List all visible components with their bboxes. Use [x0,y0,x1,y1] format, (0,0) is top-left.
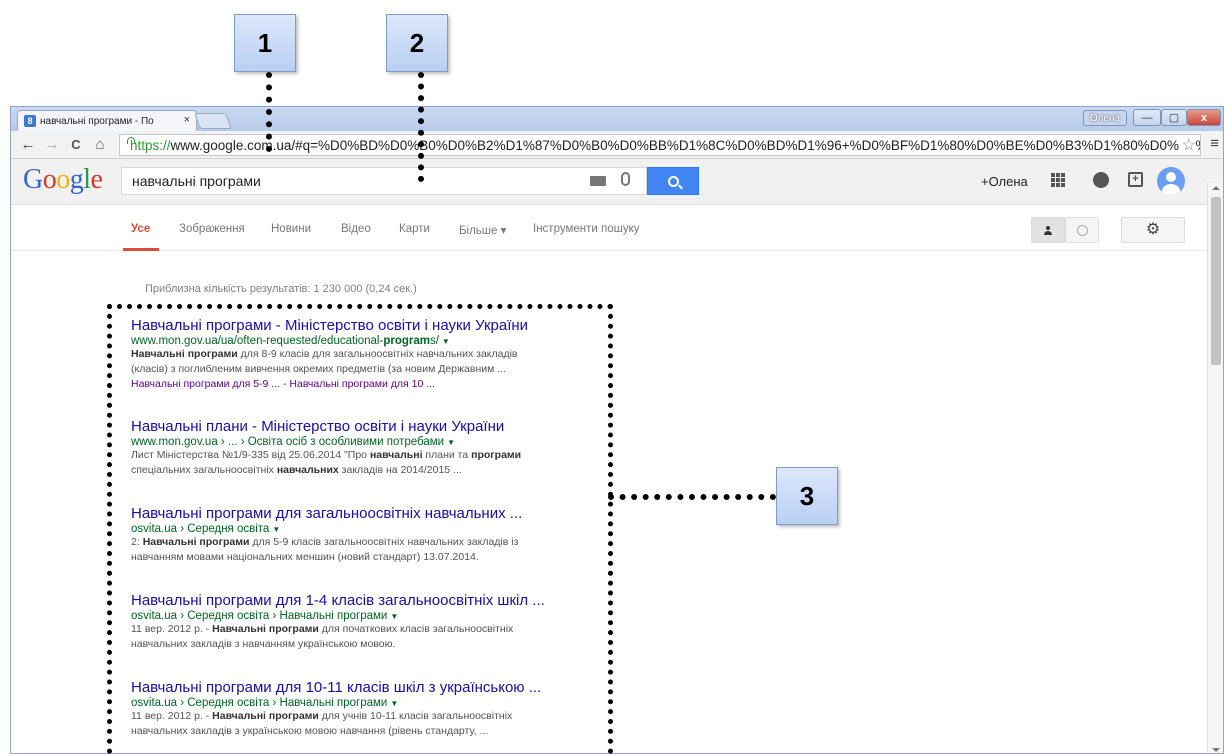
gear-icon: ⚙ [1145,221,1161,238]
screenshot: 1 2 3 8 навчальні програми - По × Олена … [0,0,1226,754]
browser-toolbar: ← → C ⌂ https:// www.google.com.ua/#q=%D… [11,131,1223,159]
search-input[interactable]: навчальні програми [121,167,647,195]
google-header: Google навчальні програми +Олена + [11,159,1223,205]
microphone-icon[interactable] [621,172,630,186]
global-results-button[interactable] [1065,217,1099,243]
vertical-scrollbar[interactable] [1207,183,1223,753]
search-query: навчальні програми [132,173,261,189]
callout-2-leader [418,72,424,182]
logo-letter: G [23,164,43,195]
callout-1-leader [266,72,272,152]
browser-tab[interactable]: 8 навчальні програми - По × [17,110,197,131]
google-favicon-icon: 8 [24,115,36,127]
menu-icon[interactable]: ≡ [1210,135,1219,152]
url-scheme: https:// [130,137,171,153]
keyboard-icon[interactable] [590,176,606,186]
tab-maps[interactable]: Карти [399,223,430,235]
logo-letter: o [56,164,70,195]
profile-chip[interactable]: Олена [1082,110,1127,126]
tab-news[interactable]: Новини [271,223,311,235]
person-icon [1044,225,1052,235]
close-window-button[interactable]: x [1187,109,1221,126]
callout-3-label: 3 [799,480,815,511]
tab-close-icon[interactable]: × [184,114,190,126]
reload-icon[interactable]: C [65,134,87,156]
minimize-button[interactable]: — [1133,109,1161,126]
callout-1: 1 [234,14,296,72]
tab-search-tools[interactable]: Інструменти пошуку [533,223,640,235]
title-bar: 8 навчальні програми - По × Олена — ▢ x [11,107,1223,131]
logo-letter: e [90,164,103,195]
logo-letter: g [69,164,84,195]
back-arrow-icon[interactable]: ← [17,134,39,156]
callout-3: 3 [776,467,838,525]
callout-3-leader [608,494,776,500]
personal-results-button[interactable] [1031,217,1065,243]
tab-video[interactable]: Відео [341,223,371,235]
globe-icon [1076,224,1088,236]
notifications-icon[interactable] [1093,172,1109,188]
callout-2: 2 [386,14,448,72]
new-tab-button[interactable] [194,113,232,129]
callout-2-label: 2 [409,27,425,58]
bookmark-star-icon[interactable]: ☆ [1179,135,1196,155]
result-stats: Приблизна кількість результатів: 1 230 0… [145,283,417,295]
forward-arrow-icon[interactable]: → [41,134,63,156]
callout-1-label: 1 [257,27,273,58]
url-text: www.google.com.ua/#q=%D0%BD%D0%B0%D0%B2%… [170,137,1201,153]
apps-grid-icon[interactable] [1051,173,1065,187]
search-tabs: Усе Зображення Новини Відео Карти Більше… [11,205,1223,251]
share-icon[interactable]: + [1128,172,1143,187]
scroll-up-icon[interactable] [1212,186,1220,190]
scroll-down-icon[interactable] [1212,748,1220,752]
maximize-button[interactable]: ▢ [1161,109,1187,126]
google-logo[interactable]: Google [23,164,103,196]
logo-letter: l [83,164,91,195]
plus-user-link[interactable]: +Олена [981,174,1028,189]
address-bar[interactable]: https:// www.google.com.ua/#q=%D0%BD%D0%… [119,134,1201,156]
tab-title: навчальні програми - По [40,115,154,127]
avatar[interactable] [1157,167,1185,195]
tab-more[interactable]: Більше ▾ [459,223,506,237]
search-button[interactable] [647,167,699,195]
search-icon [667,175,679,187]
results-highlight-box [107,304,613,754]
tab-all[interactable]: Усе [131,223,150,235]
active-tab-indicator [123,248,159,251]
scroll-thumb[interactable] [1211,197,1221,365]
tab-images[interactable]: Зображення [179,223,245,235]
home-icon[interactable]: ⌂ [89,134,111,156]
logo-letter: o [42,164,57,195]
settings-button[interactable]: ⚙ [1121,217,1185,243]
